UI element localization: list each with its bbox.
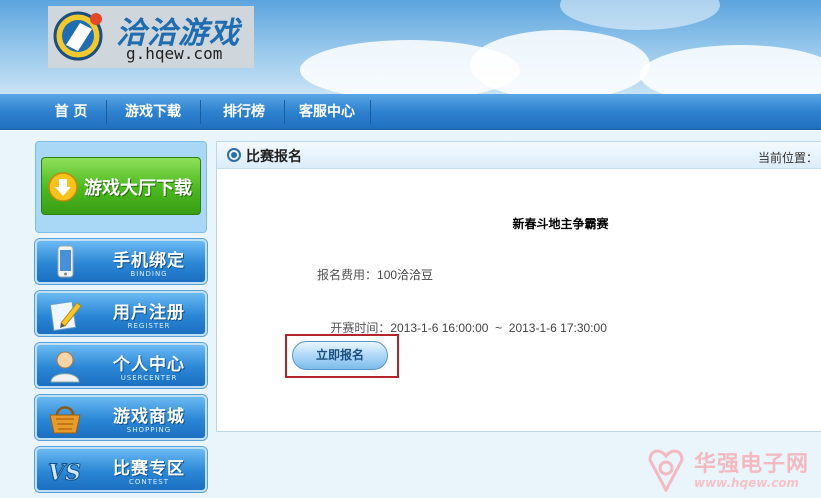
register-icon (49, 301, 82, 331)
nav-divider (370, 100, 371, 124)
sidebar-item-contest-zone[interactable]: VS 比赛专区 CONTEST (35, 447, 207, 492)
sidebar-item-label: 个人中心 (113, 355, 185, 375)
logo-url-text: g.hqew.com (126, 44, 223, 63)
user-icon (50, 351, 80, 383)
nav-item-game-download[interactable]: 游戏下载 (112, 94, 194, 130)
fee-label: 报名费用： (317, 268, 378, 282)
sidebar-item-user-register[interactable]: 用户注册 REGISTER (35, 291, 207, 336)
game-hall-download-panel: 游戏大厅下载 (35, 141, 207, 233)
svg-text:VS: VS (48, 460, 81, 486)
sidebar-item-label: 手机绑定 (113, 251, 185, 271)
sidebar-item-user-center[interactable]: 个人中心 USERCENTER (35, 343, 207, 388)
watermark-text: 华强电子网 (694, 452, 810, 477)
time-value: 2013-1-6 16:00:00 ~ 2013-1-6 17:30:00 (390, 321, 607, 335)
contest-signup-panel: 比赛报名 当前位置： 新春斗地主争霸赛 报名费用：100洽洽豆 开赛时间：201… (216, 141, 821, 432)
download-arrow-icon (48, 172, 78, 202)
watermark-url: www.hqew.com (694, 476, 800, 490)
fee-row: 报名费用：100洽洽豆 (317, 266, 433, 283)
site-logo[interactable]: 洽洽游戏 g.hqew.com (48, 6, 254, 68)
nav-item-customer-service[interactable]: 客服中心 (288, 94, 366, 130)
game-hall-download-label: 游戏大厅下载 (84, 178, 192, 199)
fee-value: 100洽洽豆 (377, 268, 434, 282)
sidebar-item-sublabel: BINDING (130, 270, 168, 278)
nav-divider (284, 100, 285, 124)
sidebar-item-sublabel: REGISTER (127, 322, 171, 330)
watermark-logo-icon (648, 449, 684, 492)
game-hall-download-button[interactable]: 游戏大厅下载 (41, 157, 201, 215)
breadcrumb: 当前位置： (758, 151, 819, 165)
sidebar-item-label: 比赛专区 (113, 459, 185, 479)
nav-item-home[interactable]: 首 页 (38, 94, 104, 130)
bullet-circle-icon (227, 148, 241, 162)
site-header: 洽洽游戏 g.hqew.com (0, 0, 821, 95)
cloud-decoration (640, 45, 821, 95)
phone-icon (57, 245, 74, 278)
sidebar-item-sublabel: SHOPPING (126, 426, 172, 434)
cloud-decoration (470, 30, 650, 95)
nav-divider (200, 100, 201, 124)
nav-divider (106, 100, 107, 124)
vs-icon: VS (48, 460, 82, 487)
match-name: 新春斗地主争霸赛 (512, 217, 609, 231)
sidebar-item-sublabel: CONTEST (128, 478, 170, 486)
sidebar-item-game-shop[interactable]: 游戏商城 SHOPPING (35, 395, 207, 440)
sidebar-item-label: 游戏商城 (113, 407, 185, 427)
logo-emblem-icon (53, 11, 103, 61)
basket-icon (49, 406, 81, 434)
signup-now-button[interactable]: 立即报名 (292, 341, 388, 370)
cloud-decoration (560, 0, 720, 30)
time-label: 开赛时间： (330, 321, 391, 335)
panel-header: 比赛报名 当前位置： (217, 142, 821, 169)
sidebar-item-label: 用户注册 (113, 303, 185, 323)
page-title: 比赛报名 (246, 149, 302, 165)
sidebar-item-sublabel: USERCENTER (120, 374, 178, 382)
nav-item-ranking[interactable]: 排行榜 (206, 94, 282, 130)
sidebar-item-phone-binding[interactable]: 手机绑定 BINDING (35, 239, 207, 284)
main-nav: 首 页 游戏下载 排行榜 客服中心 (0, 94, 821, 130)
